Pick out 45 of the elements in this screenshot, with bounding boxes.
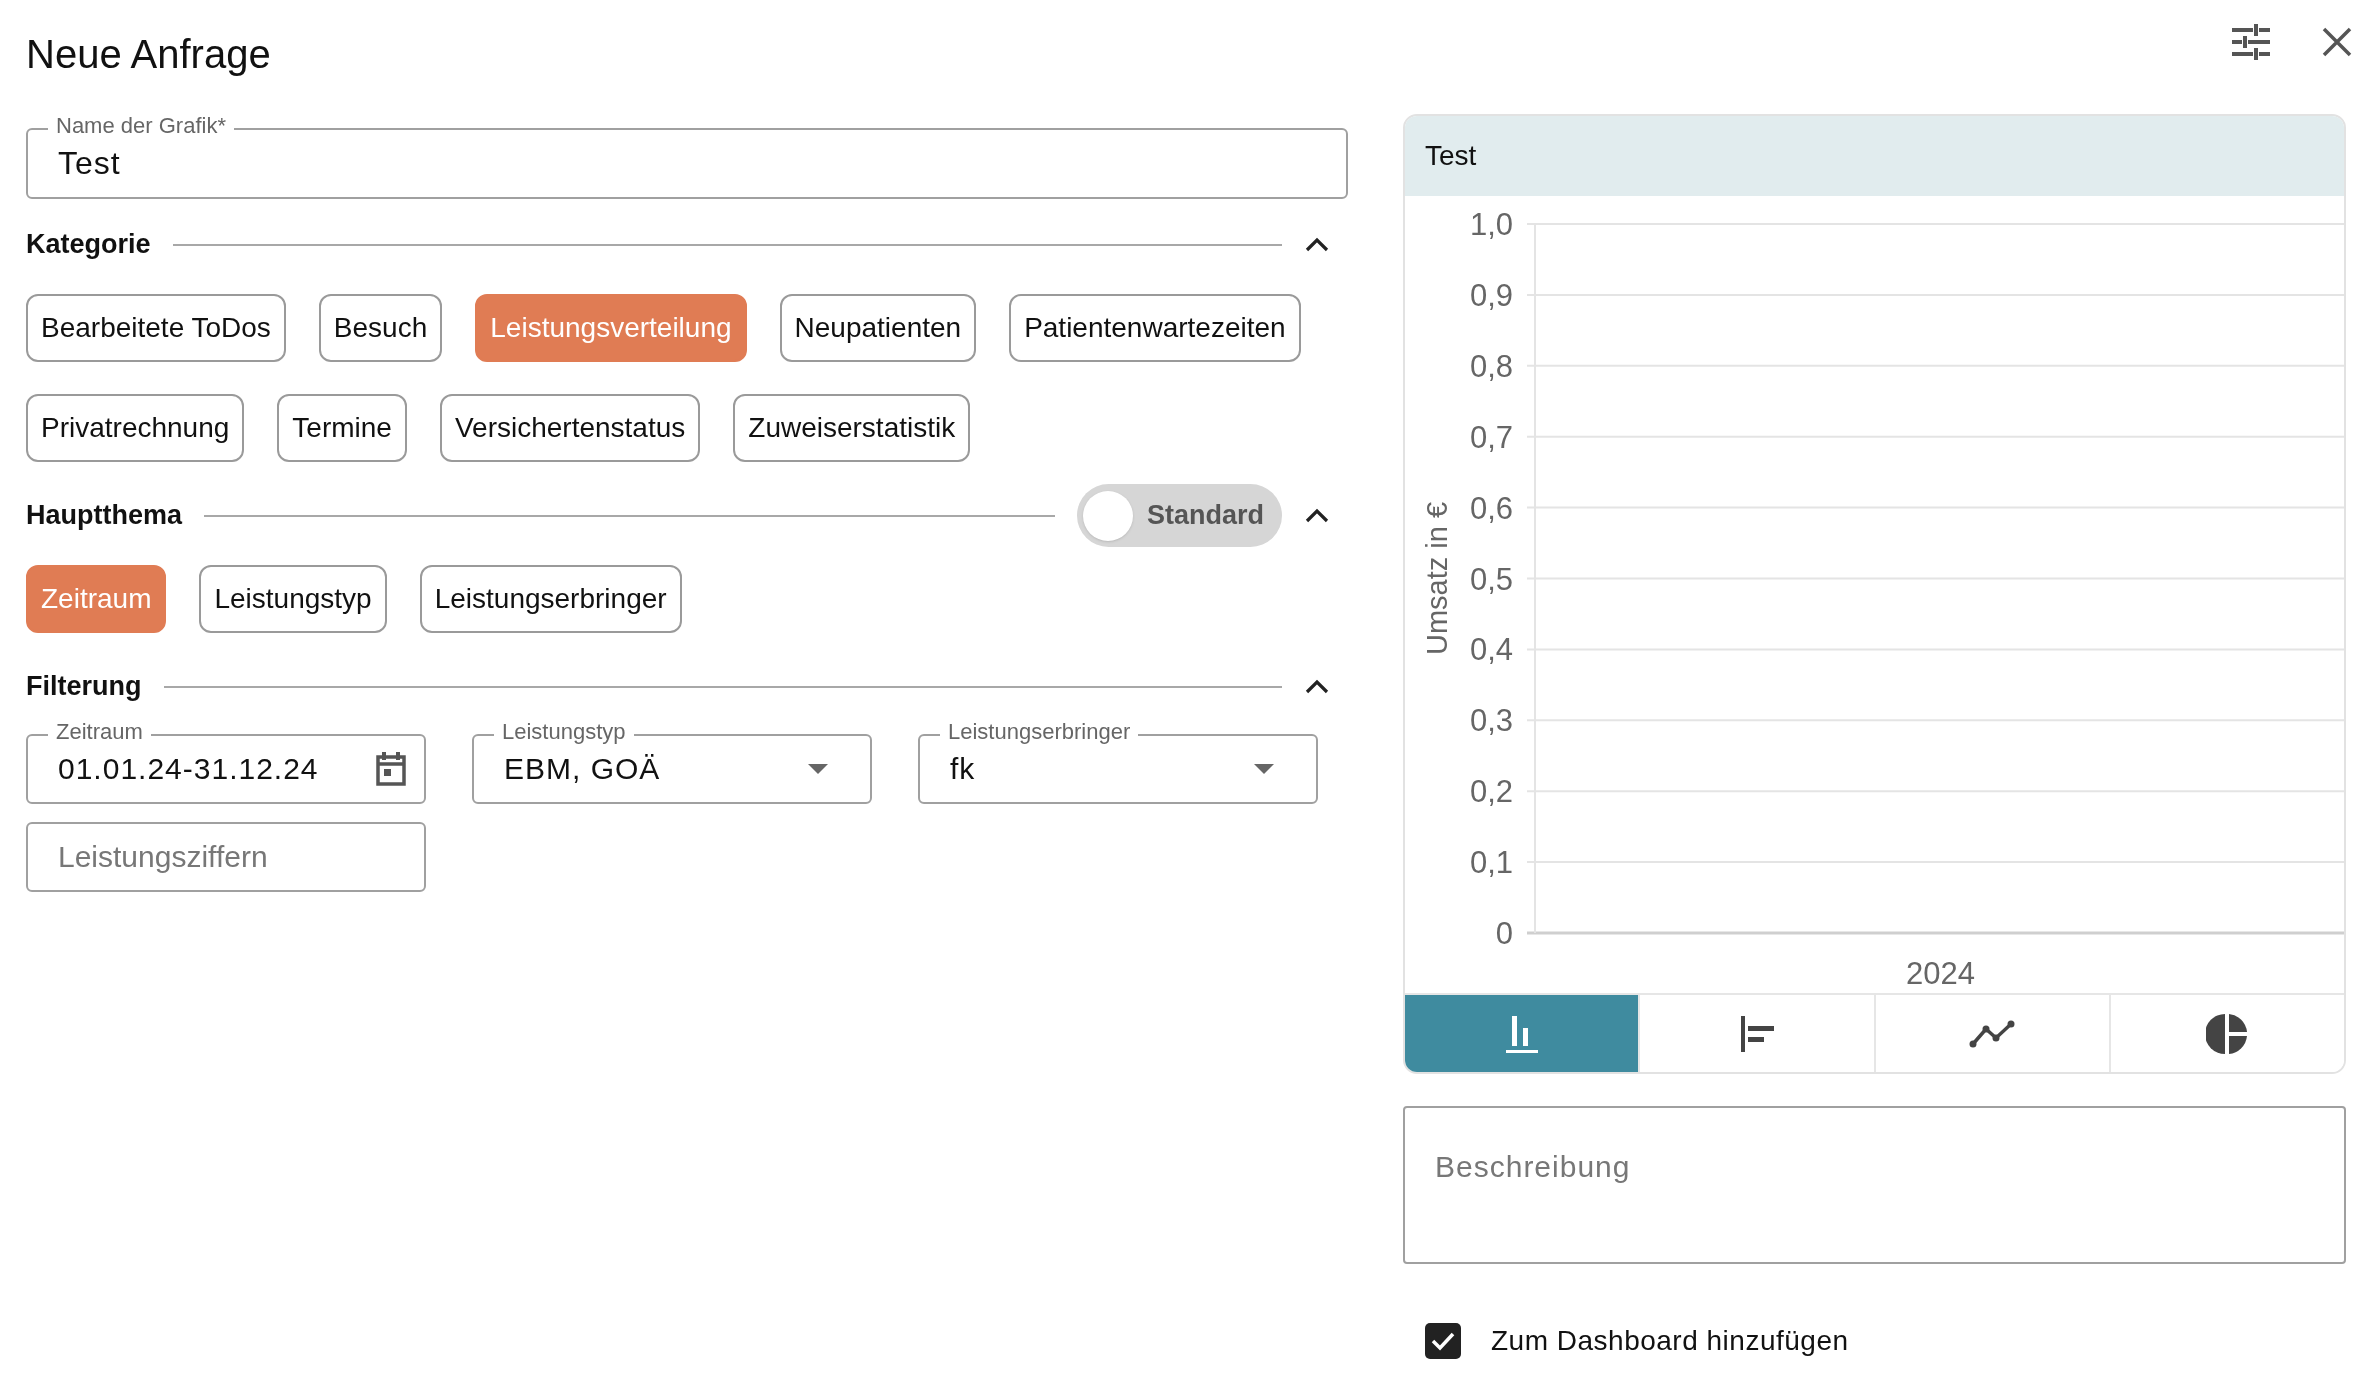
y-tick-label: 1,0 xyxy=(1469,207,1513,242)
category-chip[interactable]: Privatrechnung xyxy=(26,394,245,462)
category-chip[interactable]: Versichertenstatus xyxy=(439,394,701,462)
dropdown-caret-icon[interactable] xyxy=(1254,764,1274,774)
description-field[interactable]: Beschreibung xyxy=(1403,1106,2346,1264)
dropdown-caret-icon[interactable] xyxy=(808,764,828,774)
settings-sliders-icon[interactable] xyxy=(2232,24,2270,60)
x-tick-label: 2024 xyxy=(1906,956,1975,991)
y-tick-label: 0,7 xyxy=(1469,419,1513,455)
standard-toggle[interactable]: Standard xyxy=(1077,484,1282,547)
category-chip[interactable]: Leistungstyp xyxy=(199,565,387,633)
category-chip[interactable]: Termine xyxy=(277,394,407,462)
y-tick-label: 0,6 xyxy=(1469,490,1513,526)
category-chip[interactable]: Zuweiserstatistik xyxy=(733,394,971,462)
close-icon[interactable] xyxy=(2322,27,2352,57)
y-tick-label: 0 xyxy=(1495,916,1513,951)
category-chip[interactable]: Patientenwartezeiten xyxy=(1009,294,1301,362)
chevron-up-icon[interactable] xyxy=(1304,507,1330,524)
dialog-title: Neue Anfrage xyxy=(26,31,271,78)
checkmark-icon xyxy=(1430,1330,1456,1352)
section-title: Hauptthema xyxy=(26,499,182,533)
y-tick-label: 0,9 xyxy=(1469,277,1513,313)
section-title: Kategorie xyxy=(26,228,151,262)
checkbox-label: Zum Dashboard hinzufügen xyxy=(1491,1324,1849,1358)
checkbox[interactable] xyxy=(1425,1323,1461,1359)
category-chip[interactable]: Neupatienten xyxy=(779,294,977,362)
input-field[interactable]: Leistungsziffern xyxy=(26,822,426,892)
pie-chart-icon xyxy=(2206,1012,2249,1055)
chart-type-tab[interactable] xyxy=(2108,995,2344,1072)
y-axis-title: Umsatz in € xyxy=(1421,501,1453,656)
category-chip[interactable]: Leistungserbringer xyxy=(419,565,682,633)
y-tick-label: 0,3 xyxy=(1469,703,1513,739)
chart-title: Test xyxy=(1425,139,1477,173)
section-title: Filterung xyxy=(26,670,142,704)
y-tick-label: 0,4 xyxy=(1469,632,1513,668)
chevron-up-icon[interactable] xyxy=(1304,678,1330,695)
category-chip[interactable]: Bearbeitete ToDos xyxy=(26,294,286,362)
y-tick-label: 0,5 xyxy=(1469,561,1513,597)
y-tick-label: 0,8 xyxy=(1469,348,1513,384)
y-tick-label: 0,1 xyxy=(1469,845,1513,881)
chevron-up-icon[interactable] xyxy=(1304,236,1330,253)
y-tick-label: 0,2 xyxy=(1469,774,1513,810)
line-chart-icon xyxy=(1969,1018,2016,1049)
category-chip[interactable]: Besuch xyxy=(318,294,443,362)
calendar-icon[interactable] xyxy=(374,751,408,787)
